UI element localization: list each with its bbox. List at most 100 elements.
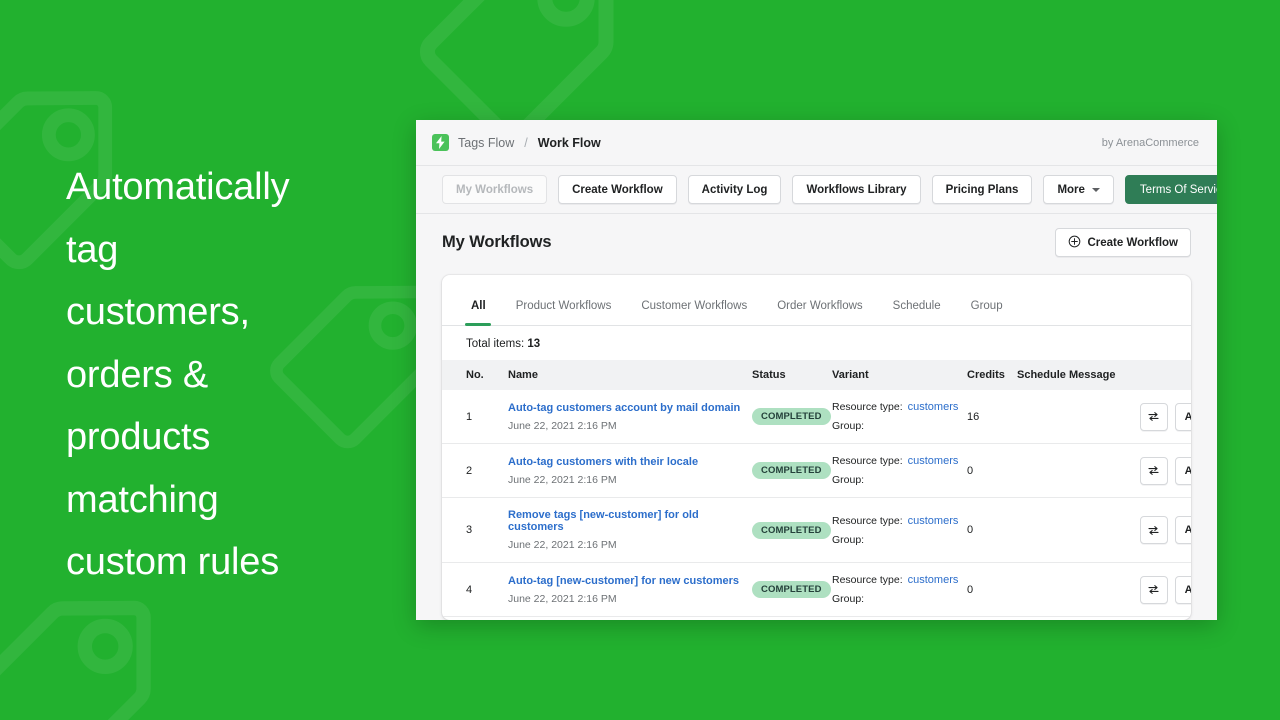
variant-group-label: Group: bbox=[832, 534, 864, 546]
row-status-cell: COMPLETED bbox=[752, 444, 832, 498]
variant-resource-type-value[interactable]: customers bbox=[908, 401, 959, 413]
workflow-date: June 22, 2021 2:16 PM bbox=[508, 593, 617, 605]
nav-button-label: Activity Log bbox=[702, 184, 768, 196]
page-header: My Workflows Create Workflow bbox=[442, 228, 1191, 257]
nav-button-label: Pricing Plans bbox=[946, 184, 1019, 196]
tab-group[interactable]: Group bbox=[956, 300, 1018, 325]
row-credits: 16 bbox=[967, 390, 1017, 444]
workflow-name-link[interactable]: Remove tags [new-customer] for old custo… bbox=[508, 509, 752, 533]
tab-all[interactable]: All bbox=[456, 300, 501, 325]
nav-button-create-workflow[interactable]: Create Workflow bbox=[558, 175, 677, 204]
row-name-cell: Auto-tag customers with their locale Jun… bbox=[508, 444, 752, 498]
row-schedule bbox=[1017, 563, 1069, 617]
swap-arrows-icon-button[interactable] bbox=[1140, 516, 1168, 544]
row-number: 1 bbox=[442, 390, 508, 444]
table-row[interactable]: 4 Auto-tag [new-customer] for new custom… bbox=[442, 563, 1191, 617]
tab-order-workflows[interactable]: Order Workflows bbox=[762, 300, 877, 325]
page-content: My Workflows Create Workflow All Product… bbox=[416, 214, 1217, 620]
table-row[interactable]: 1 Auto-tag customers account by mail dom… bbox=[442, 390, 1191, 444]
row-variant-cell: Resource type:products Group: bbox=[832, 617, 967, 621]
status-badge: COMPLETED bbox=[752, 581, 831, 598]
variant-resource-type-value[interactable]: customers bbox=[908, 455, 959, 467]
page-title: My Workflows bbox=[442, 233, 551, 252]
tab-product-workflows[interactable]: Product Workflows bbox=[501, 300, 627, 325]
row-actions-button[interactable]: Actions bbox=[1175, 516, 1191, 544]
variant-resource-type-value[interactable]: customers bbox=[908, 515, 959, 527]
table-row[interactable]: 2 Auto-tag customers with their locale J… bbox=[442, 444, 1191, 498]
row-actions-cell: Actions bbox=[1131, 390, 1191, 444]
breadcrumb-app-name[interactable]: Tags Flow bbox=[458, 136, 514, 150]
variant-group: Group: bbox=[832, 474, 967, 486]
row-status-cell: COMPLETED bbox=[752, 617, 832, 621]
status-badge: COMPLETED bbox=[752, 408, 831, 425]
row-message bbox=[1069, 617, 1131, 621]
swap-arrows-icon bbox=[1147, 410, 1160, 423]
workflow-date: June 22, 2021 2:16 PM bbox=[508, 420, 617, 432]
swap-arrows-icon bbox=[1147, 524, 1160, 537]
variant-group: Group: bbox=[832, 593, 967, 605]
swap-arrows-icon-button[interactable] bbox=[1140, 403, 1168, 431]
nav-button-my-workflows[interactable]: My Workflows bbox=[442, 175, 547, 204]
nav-button-workflows-library[interactable]: Workflows Library bbox=[792, 175, 920, 204]
row-action-group: Actions bbox=[1131, 403, 1191, 431]
breadcrumb-separator: / bbox=[524, 136, 527, 150]
terms-of-service-button[interactable]: Terms Of Service bbox=[1125, 175, 1217, 204]
nav-button-pricing-plans[interactable]: Pricing Plans bbox=[932, 175, 1033, 204]
row-schedule bbox=[1017, 498, 1069, 563]
row-actions-label: Actions bbox=[1185, 524, 1191, 536]
nav-button-activity-log[interactable]: Activity Log bbox=[688, 175, 782, 204]
promo-line: customers, bbox=[66, 281, 396, 344]
chevron-down-icon bbox=[1092, 188, 1100, 192]
row-status-cell: COMPLETED bbox=[752, 563, 832, 617]
row-actions-cell: Actions bbox=[1131, 444, 1191, 498]
row-actions-button[interactable]: Actions bbox=[1175, 576, 1191, 604]
row-actions-button[interactable]: Actions bbox=[1175, 457, 1191, 485]
row-message bbox=[1069, 444, 1131, 498]
row-actions-button[interactable]: Actions bbox=[1175, 403, 1191, 431]
variant-group-label: Group: bbox=[832, 474, 864, 486]
circle-plus-icon bbox=[1068, 235, 1081, 251]
variant-resource-type: Resource type:customers bbox=[832, 515, 967, 527]
row-schedule bbox=[1017, 444, 1069, 498]
promo-line: tag bbox=[66, 219, 396, 282]
nav-button-more[interactable]: More bbox=[1043, 175, 1113, 204]
nav-button-label: My Workflows bbox=[456, 184, 533, 196]
window-topbar: Tags Flow / Work Flow by ArenaCommerce bbox=[416, 120, 1217, 166]
promo-line: matching bbox=[66, 469, 396, 532]
table-row[interactable]: 5 test_prices June 22, 2021 2:15 PM COMP… bbox=[442, 617, 1191, 621]
promo-line: products bbox=[66, 406, 396, 469]
tab-schedule[interactable]: Schedule bbox=[878, 300, 956, 325]
tab-customer-workflows[interactable]: Customer Workflows bbox=[626, 300, 762, 325]
promo-line: Automatically bbox=[66, 156, 396, 219]
workflow-date: June 22, 2021 2:16 PM bbox=[508, 474, 617, 486]
table-row[interactable]: 3 Remove tags [new-customer] for old cus… bbox=[442, 498, 1191, 563]
workflow-name-link[interactable]: Auto-tag [new-customer] for new customer… bbox=[508, 575, 752, 587]
variant-resource-type: Resource type:customers bbox=[832, 574, 967, 586]
workflow-date: June 22, 2021 2:16 PM bbox=[508, 539, 617, 551]
row-credits: 610 bbox=[967, 617, 1017, 621]
row-message bbox=[1069, 498, 1131, 563]
workflow-name-link[interactable]: Auto-tag customers with their locale bbox=[508, 456, 752, 468]
table-header: No. Name Status Variant Credits Schedule… bbox=[442, 360, 1191, 390]
row-actions-label: Actions bbox=[1185, 411, 1191, 423]
swap-arrows-icon bbox=[1147, 464, 1160, 477]
row-message bbox=[1069, 390, 1131, 444]
row-name-cell: test_prices June 22, 2021 2:15 PM bbox=[508, 617, 752, 621]
swap-arrows-icon-button[interactable] bbox=[1140, 576, 1168, 604]
variant-resource-type: Resource type: customers bbox=[832, 455, 967, 467]
variant-resource-type-value[interactable]: customers bbox=[908, 574, 959, 586]
status-badge: COMPLETED bbox=[752, 462, 831, 479]
swap-arrows-icon-button[interactable] bbox=[1140, 457, 1168, 485]
row-variant-cell: Resource type:customers Group: bbox=[832, 563, 967, 617]
swap-arrows-icon bbox=[1147, 583, 1160, 596]
row-message bbox=[1069, 563, 1131, 617]
column-header-credits: Credits bbox=[967, 360, 1017, 390]
row-name-cell: Remove tags [new-customer] for old custo… bbox=[508, 498, 752, 563]
variant-resource-type-label: Resource type: bbox=[832, 455, 903, 467]
create-workflow-button[interactable]: Create Workflow bbox=[1055, 228, 1191, 257]
breadcrumb: Tags Flow / Work Flow bbox=[432, 134, 601, 151]
row-number: 4 bbox=[442, 563, 508, 617]
row-schedule bbox=[1017, 617, 1069, 621]
variant-group: Group: bbox=[832, 534, 967, 546]
workflow-name-link[interactable]: Auto-tag customers account by mail domai… bbox=[508, 402, 752, 414]
